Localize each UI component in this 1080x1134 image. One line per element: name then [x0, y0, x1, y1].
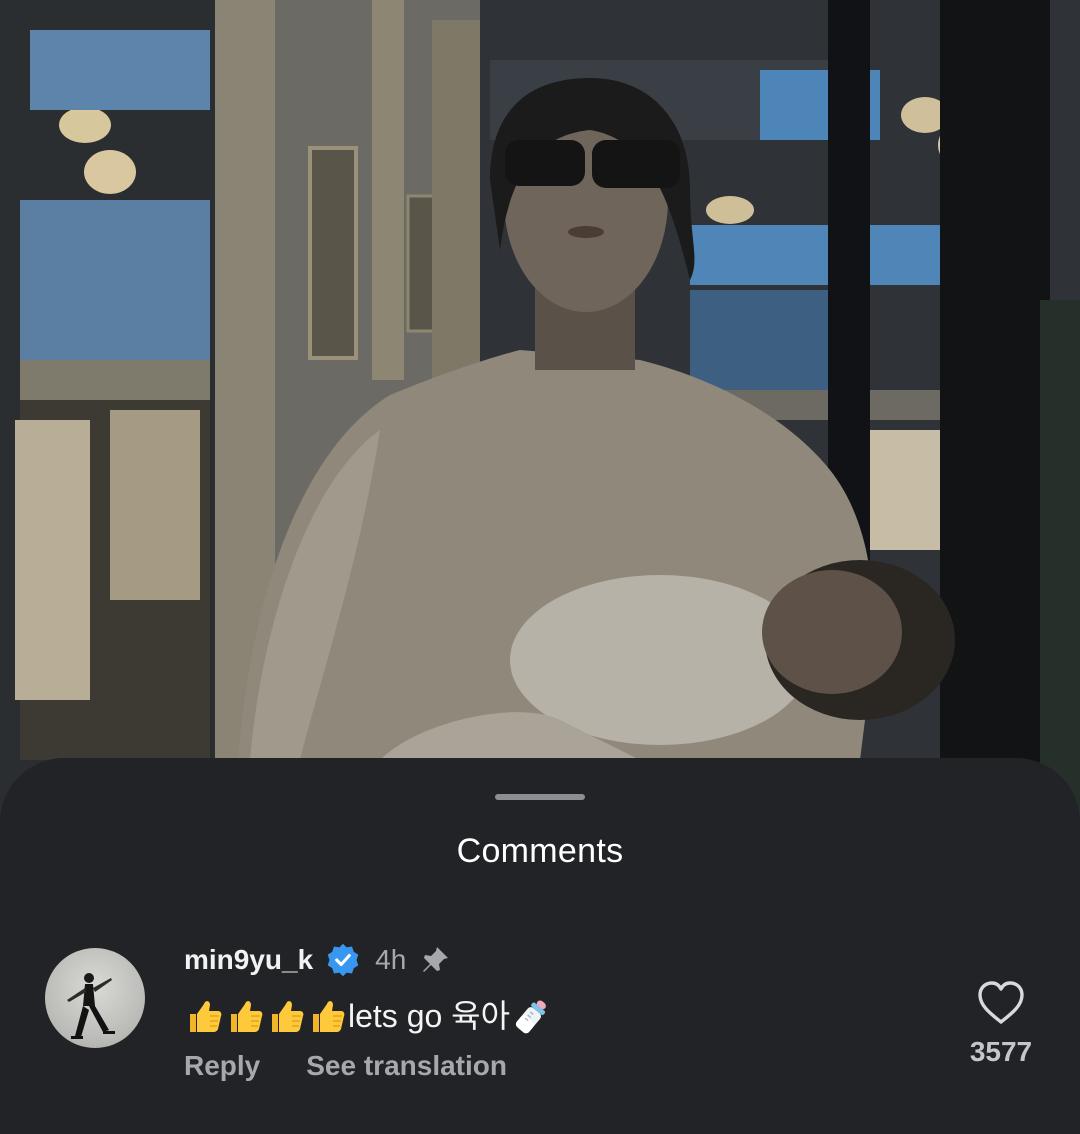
- avatar-image: [67, 973, 115, 1039]
- comments-sheet: Comments min9yu_k 4h lets go 육아 Reply Se…: [0, 758, 1080, 1134]
- thumbs-up-icon: [272, 1001, 304, 1032]
- thumbs-up-icon: [313, 1001, 345, 1032]
- sheet-title: Comments: [456, 832, 624, 870]
- comment-timestamp: 4h: [375, 944, 407, 975]
- comment-actions: Reply See translation: [184, 1050, 507, 1082]
- see-translation-button[interactable]: See translation: [306, 1050, 507, 1082]
- thumbs-up-icon: [231, 1001, 263, 1032]
- comment-text: lets go 육아: [348, 998, 511, 1034]
- pin-icon: [423, 947, 449, 972]
- baby-bottle-icon: [515, 1000, 546, 1034]
- video-frame[interactable]: [0, 0, 1080, 820]
- like-button[interactable]: 3577: [966, 980, 1036, 1068]
- comment-body: lets go 육아: [184, 994, 552, 1038]
- video-scene-image: [0, 0, 1080, 820]
- comment-header: min9yu_k 4h: [184, 940, 452, 980]
- avatar[interactable]: [45, 948, 145, 1048]
- thumbs-up-icon: [190, 1001, 222, 1032]
- comment-username[interactable]: min9yu_k: [184, 944, 313, 976]
- reply-button[interactable]: Reply: [184, 1050, 260, 1082]
- reel-screen: Comments min9yu_k 4h lets go 육아 Reply Se…: [0, 0, 1080, 1134]
- like-count: 3577: [969, 1036, 1033, 1067]
- thumbs-up-emoji-group: [184, 996, 348, 1036]
- verified-badge-icon: [327, 943, 359, 977]
- sheet-drag-handle[interactable]: [495, 794, 585, 800]
- heart-icon: [978, 981, 1024, 1024]
